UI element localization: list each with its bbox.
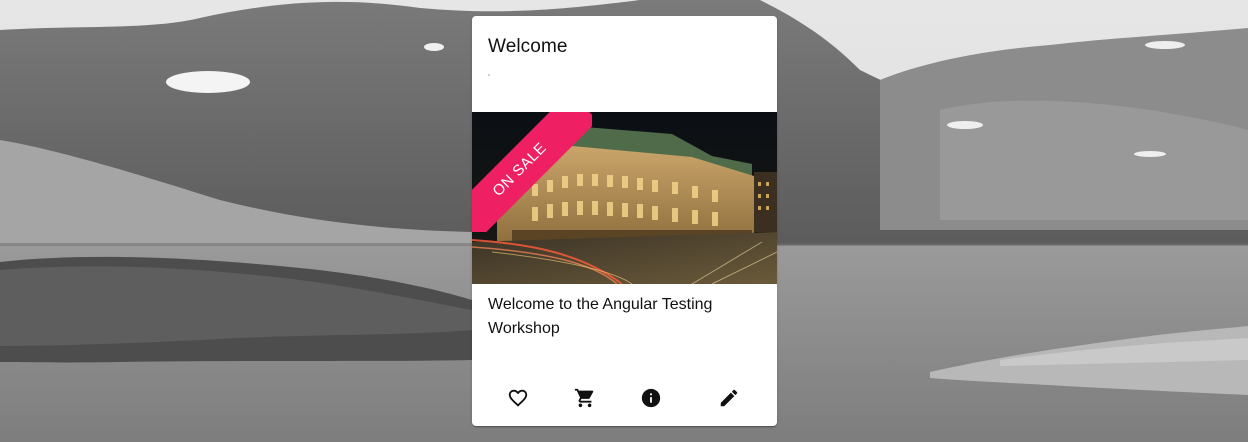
card-title: Welcome xyxy=(488,36,568,57)
card-actions xyxy=(472,380,777,416)
welcome-card: Welcome ON SALE Welcome to the Angular T… xyxy=(472,16,777,426)
shopping-cart-icon xyxy=(574,388,594,408)
heart-outline-icon xyxy=(508,389,528,407)
card-subtitle-placeholder xyxy=(488,74,490,76)
card-description: Welcome to the Angular Testing Workshop xyxy=(488,296,713,337)
add-to-cart-button[interactable] xyxy=(567,380,603,416)
page-background: Welcome ON SALE Welcome to the Angular T… xyxy=(0,0,1248,442)
edit-button[interactable] xyxy=(711,380,747,416)
edit-pencil-icon xyxy=(720,389,738,407)
opera-house-image: ON SALE xyxy=(472,112,777,284)
on-sale-badge: ON SALE xyxy=(472,112,592,232)
on-sale-ribbon: ON SALE xyxy=(472,112,592,232)
favorite-button[interactable] xyxy=(500,380,536,416)
info-button[interactable] xyxy=(633,380,669,416)
info-icon xyxy=(641,388,661,408)
